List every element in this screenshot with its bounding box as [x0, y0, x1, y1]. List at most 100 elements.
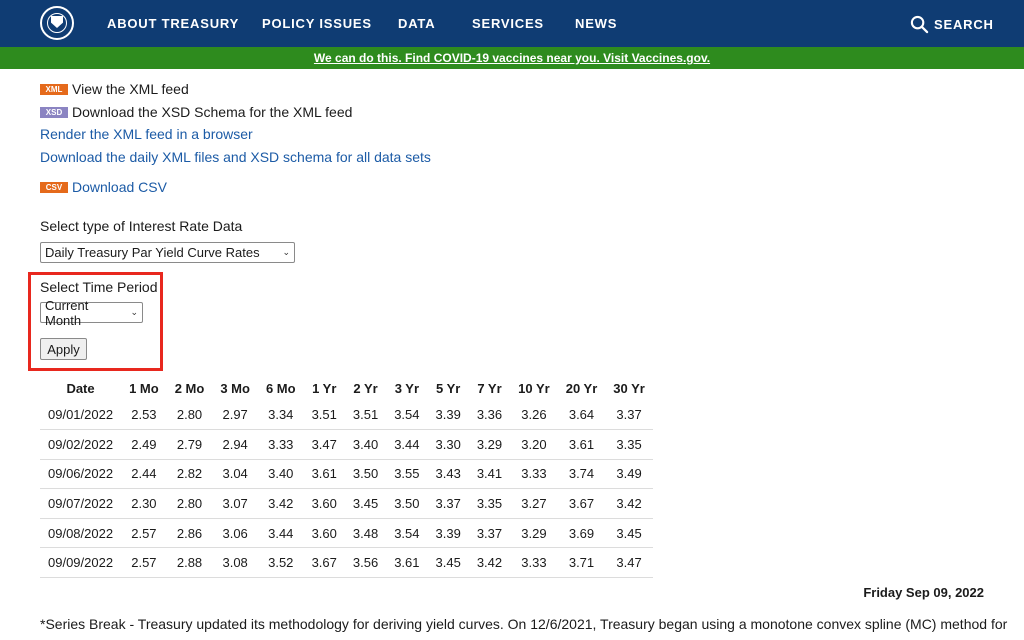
table-cell: 3.42: [468, 547, 511, 579]
table-cell: 3.54: [386, 400, 428, 431]
xml-feed-text: View the XML feed: [72, 81, 189, 97]
table-cell: 3.45: [427, 547, 469, 579]
table-cell: 3.06: [212, 518, 258, 549]
daily-xml-row: Download the daily XML files and XSD sch…: [40, 149, 431, 165]
col-6mo[interactable]: 6 Mo: [258, 376, 304, 400]
nav-about-treasury[interactable]: ABOUT TREASURY: [107, 16, 239, 31]
table-cell: 3.60: [303, 488, 345, 519]
covid-banner-link[interactable]: We can do this. Find COVID-19 vaccines n…: [314, 51, 710, 65]
table-header-row: Date 1 Mo 2 Mo 3 Mo 6 Mo 1 Yr 2 Yr 3 Yr …: [40, 376, 653, 400]
table-row: 09/09/2022 2.57 2.88 3.08 3.52 3.67 3.56…: [40, 547, 653, 579]
nav-data[interactable]: DATA: [398, 16, 435, 31]
table-cell: 3.37: [427, 488, 469, 519]
xml-badge-icon[interactable]: XML: [40, 83, 68, 95]
table-cell: 2.97: [212, 400, 258, 431]
table-cell: 3.47: [303, 429, 345, 460]
col-2yr[interactable]: 2 Yr: [345, 376, 386, 400]
table-cell-date: 09/06/2022: [40, 459, 122, 490]
xml-feed-row: XML View the XML feed: [40, 81, 189, 97]
table-cell: 3.42: [605, 488, 653, 519]
table-row: 09/02/2022 2.49 2.79 2.94 3.33 3.47 3.40…: [40, 429, 653, 460]
last-updated-date: Friday Sep 09, 2022: [863, 585, 984, 600]
table-cell: 3.34: [257, 400, 304, 431]
table-cell: 3.61: [386, 547, 428, 579]
table-cell: 3.51: [344, 400, 387, 431]
csv-row: CSV Download CSV: [40, 179, 167, 195]
table-cell: 3.67: [557, 488, 606, 519]
daily-xml-link[interactable]: Download the daily XML files and XSD sch…: [40, 149, 431, 165]
render-xml-link[interactable]: Render the XML feed in a browser: [40, 126, 253, 142]
table-cell: 3.20: [510, 429, 558, 460]
nav-news[interactable]: NEWS: [575, 16, 617, 31]
table-cell: 3.35: [605, 429, 653, 460]
table-cell: 3.49: [605, 459, 653, 490]
xsd-badge-icon[interactable]: XSD: [40, 106, 68, 118]
table-cell: 3.51: [303, 400, 345, 431]
table-cell: 3.55: [386, 459, 428, 490]
table-cell: 3.33: [510, 459, 558, 490]
col-10yr[interactable]: 10 Yr: [510, 376, 558, 400]
search-label: SEARCH: [934, 16, 994, 32]
table-cell-date: 09/07/2022: [40, 488, 122, 519]
time-period-select[interactable]: Current Month ⌄: [40, 298, 143, 328]
table-cell: 3.47: [605, 547, 653, 579]
top-nav: ABOUT TREASURY POLICY ISSUES DATA SERVIC…: [0, 0, 1024, 47]
table-cell: 3.44: [386, 429, 428, 460]
table-cell-date: 09/08/2022: [40, 518, 122, 549]
table-cell: 2.49: [121, 429, 167, 460]
treasury-seal-icon[interactable]: [40, 6, 74, 40]
table-cell: 3.61: [303, 459, 345, 490]
col-date[interactable]: Date: [40, 376, 121, 400]
table-cell: 3.33: [510, 547, 558, 579]
table-row: 09/08/2022 2.57 2.86 3.06 3.44 3.60 3.48…: [40, 518, 653, 549]
nav-services[interactable]: SERVICES: [472, 16, 544, 31]
table-cell: 2.80: [166, 400, 213, 431]
col-30yr[interactable]: 30 Yr: [605, 376, 653, 400]
download-csv-link[interactable]: Download CSV: [72, 179, 167, 195]
table-cell: 3.29: [468, 429, 511, 460]
table-cell: 3.43: [427, 459, 469, 490]
table-cell: 2.53: [121, 400, 167, 431]
table-cell: 3.54: [386, 518, 428, 549]
col-3mo[interactable]: 3 Mo: [212, 376, 258, 400]
series-break-footnote: *Series Break - Treasury updated its met…: [40, 616, 1008, 632]
col-1yr[interactable]: 1 Yr: [304, 376, 345, 400]
col-2mo[interactable]: 2 Mo: [167, 376, 213, 400]
table-cell-date: 09/09/2022: [40, 547, 122, 579]
table-cell: 3.37: [468, 518, 511, 549]
xsd-schema-text: Download the XSD Schema for the XML feed: [72, 104, 353, 120]
search-icon: [910, 15, 929, 33]
col-20yr[interactable]: 20 Yr: [558, 376, 606, 400]
chevron-down-icon: ⌄: [130, 307, 138, 317]
table-cell: 3.48: [344, 518, 387, 549]
table-row: 09/06/2022 2.44 2.82 3.04 3.40 3.61 3.50…: [40, 459, 653, 490]
table-cell: 2.86: [166, 518, 213, 549]
chevron-down-icon: ⌄: [282, 247, 290, 257]
csv-badge-icon[interactable]: CSV: [40, 181, 68, 193]
table-cell: 3.33: [257, 429, 304, 460]
table-cell: 3.74: [557, 459, 606, 490]
col-1mo[interactable]: 1 Mo: [121, 376, 167, 400]
table-cell: 3.67: [303, 547, 345, 579]
table-cell: 3.27: [510, 488, 558, 519]
table-cell: 3.52: [257, 547, 304, 579]
col-3yr[interactable]: 3 Yr: [386, 376, 427, 400]
table-cell: 3.40: [344, 429, 387, 460]
table-cell: 2.80: [166, 488, 213, 519]
table-cell: 3.39: [427, 400, 469, 431]
search-button[interactable]: SEARCH: [910, 13, 994, 35]
apply-button[interactable]: Apply: [40, 338, 87, 360]
table-cell-date: 09/01/2022: [40, 400, 122, 431]
table-cell: 2.57: [121, 518, 167, 549]
table-cell: 3.35: [468, 488, 511, 519]
col-7yr[interactable]: 7 Yr: [469, 376, 510, 400]
table-cell: 3.61: [557, 429, 606, 460]
rate-type-select[interactable]: Daily Treasury Par Yield Curve Rates ⌄: [40, 242, 295, 263]
table-cell: 3.45: [605, 518, 653, 549]
xsd-schema-row: XSD Download the XSD Schema for the XML …: [40, 104, 352, 120]
table-cell: 3.42: [257, 488, 304, 519]
col-5yr[interactable]: 5 Yr: [428, 376, 469, 400]
table-cell: 3.37: [605, 400, 653, 431]
table-cell: 3.26: [510, 400, 558, 431]
nav-policy-issues[interactable]: POLICY ISSUES: [262, 16, 372, 31]
